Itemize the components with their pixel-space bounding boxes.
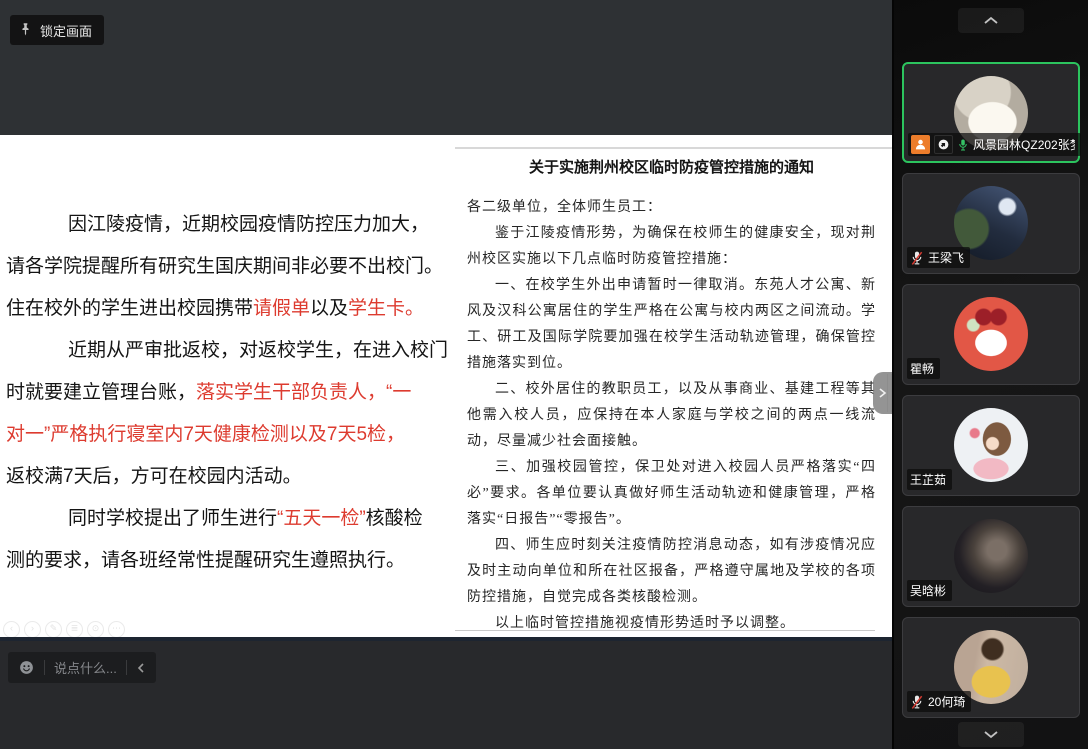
doc-paragraph: 四、师生应时刻关注疫情防控消息动态，如有涉疫情况应及时主动向单位和所在社区报备，…: [467, 533, 876, 611]
participant-name: 王梁飞: [928, 249, 964, 266]
pages-icon[interactable]: ≣: [66, 621, 83, 638]
participant-name-badge: 吴晗彬: [907, 580, 952, 601]
doc-body: 各二级单位，全体师生员工：鉴于江陵疫情形势，为确保在校师生的健康安全，现对荆州校…: [467, 195, 876, 637]
participant-name: 王芷茹: [910, 471, 946, 488]
participant-avatar: [954, 297, 1028, 371]
prev-slide-icon[interactable]: ‹: [3, 621, 20, 638]
chevron-down-icon: [983, 730, 999, 739]
presenter-toolbar: ‹›✎≣⊙⋯: [3, 621, 125, 638]
mic-muted-icon: [910, 694, 924, 710]
doc-title: 关于实施荆州校区临时防疫管控措施的通知: [467, 157, 876, 179]
doc-paragraph: 各二级单位，全体师生员工：: [467, 195, 876, 221]
participant-name-badge: 瞿畅: [907, 358, 940, 379]
slide-line: 测的要求，请各班经常性提醒研究生遵照执行。: [6, 540, 455, 582]
lock-view-button[interactable]: 锁定画面: [10, 15, 104, 45]
slide-line: 因江陵疫情，近期校园疫情防控压力加大，: [6, 204, 455, 246]
shared-screen-area: 因江陵疫情，近期校园疫情防控压力加大，请各学院提醒所有研究生国庆期间非必要不出校…: [0, 0, 892, 749]
participant-name-badge: 王芷茹: [907, 469, 952, 490]
slide-line: 住在校外的学生进出校园携带请假单以及学生卡。: [6, 288, 455, 330]
mic-on-icon: [957, 137, 969, 153]
pen-icon[interactable]: ✎: [45, 621, 62, 638]
participant-name-badge: 王梁飞: [907, 247, 970, 268]
participant-tile[interactable]: 王梁飞: [902, 173, 1080, 274]
notice-document: 关于实施荆州校区临时防疫管控措施的通知 各二级单位，全体师生员工：鉴于江陵疫情形…: [455, 147, 892, 639]
participant-name: 20何琦: [928, 693, 965, 710]
mic-muted-icon: [910, 250, 924, 266]
participant-tile[interactable]: 吴晗彬: [902, 506, 1080, 607]
slide-content: 因江陵疫情，近期校园疫情防控压力加大，请各学院提醒所有研究生国庆期间非必要不出校…: [6, 204, 455, 582]
chevron-right-icon: [878, 387, 887, 399]
participant-tile[interactable]: 风景园林QZ202张梦...: [902, 62, 1080, 163]
chat-input[interactable]: 说点什么...: [54, 658, 117, 677]
share-top-letterbox: [0, 0, 892, 135]
slide-line: 同时学校提出了师生进行“五天一检”核酸检: [6, 498, 455, 540]
slide-line: 时就要建立管理台账，落实学生干部负责人，“一: [6, 372, 455, 414]
participant-avatar: [954, 519, 1028, 593]
host-badge-icon: [911, 135, 930, 154]
slide-line: 对一”严格执行寝室内7天健康检测以及7天5检，: [6, 414, 455, 456]
chat-collapse-chevron-left-icon[interactable]: [136, 662, 146, 674]
lock-view-label: 锁定画面: [40, 21, 92, 40]
participants-sidebar: 风景园林QZ202张梦... 王梁飞瞿畅王芷茹吴晗彬 20何琦: [892, 0, 1088, 749]
participant-name-badge: 20何琦: [907, 691, 971, 712]
scroll-up-button[interactable]: [958, 8, 1024, 33]
slide-line: 返校满7天后，方可在校园内活动。: [6, 456, 455, 498]
participant-tile[interactable]: 王芷茹: [902, 395, 1080, 496]
participant-name: 风景园林QZ202张梦...: [973, 136, 1075, 153]
participant-name: 吴晗彬: [910, 582, 946, 599]
doc-page-bottom-edge: [455, 630, 875, 631]
doc-paragraph: 二、校外居住的教职员工，以及从事商业、基建工程等其他需入校人员，应保持在本人家庭…: [467, 377, 876, 455]
participant-name: 瞿畅: [910, 360, 934, 377]
chat-divider: [44, 660, 45, 675]
chat-divider: [126, 660, 127, 675]
participant-tile[interactable]: 瞿畅: [902, 284, 1080, 385]
more-icon[interactable]: ⋯: [108, 621, 125, 638]
chat-bar[interactable]: 说点什么...: [8, 652, 156, 683]
shared-document: 因江陵疫情，近期校园疫情防控压力加大，请各学院提醒所有研究生国庆期间非必要不出校…: [0, 135, 892, 641]
doc-paragraph: 三、加强校园管控，保卫处对进入校园人员严格落实“四必”要求。各单位要认真做好师生…: [467, 455, 876, 533]
next-slide-icon[interactable]: ›: [24, 621, 41, 638]
doc-paragraph: 以上临时管控措施视疫情形势适时予以调整。: [467, 611, 876, 637]
pushpin-icon: [18, 22, 33, 38]
screen-share-badge-icon: [934, 135, 953, 154]
doc-paragraph: 一、在校学生外出申请暂时一律取消。东苑人才公寓、新风及汉科公寓居住的学生严格在公…: [467, 273, 876, 377]
emoji-smiley-icon[interactable]: [18, 659, 35, 676]
slide-line: 近期从严审批返校，对返校学生，在进入校门: [6, 330, 455, 372]
participant-avatar: [954, 408, 1028, 482]
participant-tile[interactable]: 20何琦: [902, 617, 1080, 718]
meeting-app: 因江陵疫情，近期校园疫情防控压力加大，请各学院提醒所有研究生国庆期间非必要不出校…: [0, 0, 1088, 749]
participant-name-badge: 风景园林QZ202张梦...: [908, 133, 1081, 156]
scroll-down-button[interactable]: [958, 722, 1024, 747]
slide-line: 请各学院提醒所有研究生国庆期间非必要不出校门。: [6, 246, 455, 288]
share-bottom-edge: [0, 637, 892, 641]
magnifier-icon[interactable]: ⊙: [87, 621, 104, 638]
chevron-up-icon: [983, 16, 999, 25]
doc-paragraph: 鉴于江陵疫情形势，为确保在校师生的健康安全，现对荆州校区实施以下几点临时防疫管控…: [467, 221, 876, 273]
